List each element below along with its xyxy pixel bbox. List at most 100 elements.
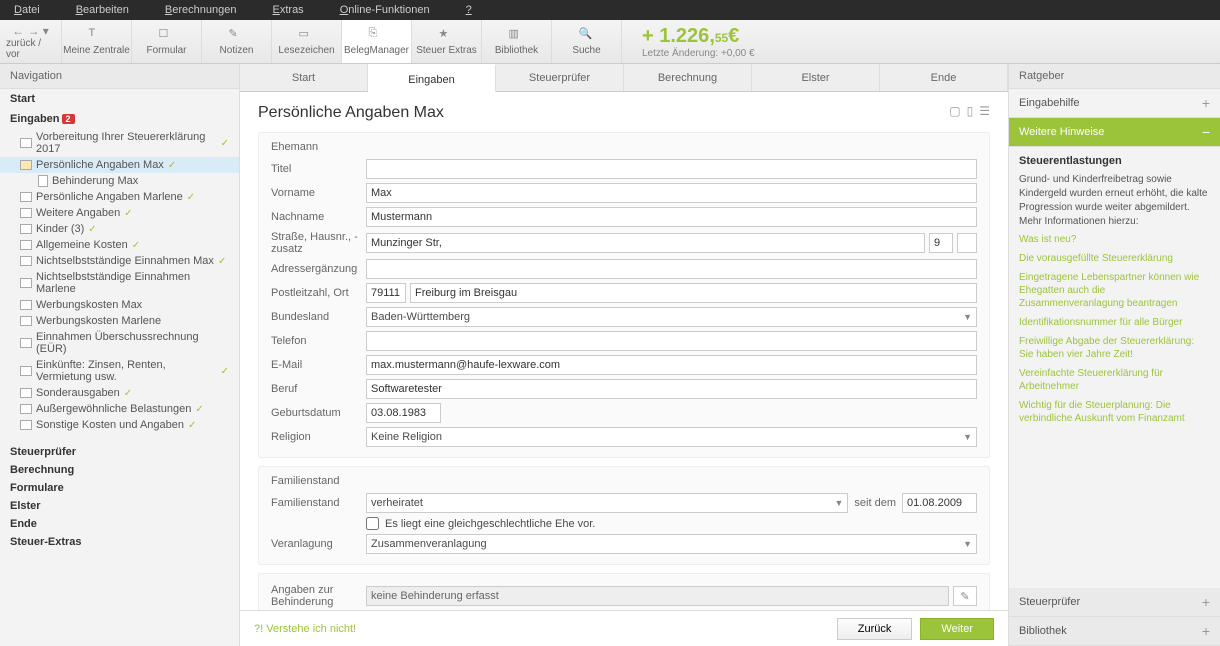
next-button[interactable]: Weiter: [920, 618, 994, 640]
nav-section-steuer-extras[interactable]: Steuer-Extras: [0, 533, 239, 551]
nav-section-formulare[interactable]: Formulare: [0, 479, 239, 497]
hinweis-link[interactable]: Die vorausgefüllte Steuererklärung: [1019, 252, 1210, 265]
nav-back-forward[interactable]: ← → ▾ zurück / vor: [0, 20, 62, 63]
edit-behinderung-button[interactable]: ✎: [953, 586, 977, 606]
nav-item[interactable]: Kinder (3)✓: [0, 221, 239, 237]
toolbar-lesezeichen[interactable]: ▭Lesezeichen: [272, 20, 342, 63]
geburtsdatum-input[interactable]: [366, 403, 441, 423]
balance: + 1.226,55€ Letzte Änderung: +0,00 €: [642, 25, 755, 59]
menu-datei[interactable]: Datei: [10, 4, 58, 16]
toolbar: ← → ▾ zurück / vor TMeine Zentrale☐Formu…: [0, 20, 1220, 64]
page-title: Persönliche Angaben Max: [258, 104, 990, 122]
ort-input[interactable]: [410, 283, 977, 303]
view-icon-3[interactable]: ☰: [979, 104, 990, 118]
tab-eingaben[interactable]: Eingaben: [368, 64, 496, 92]
gleichgeschlechtlich-checkbox[interactable]: [366, 517, 379, 530]
plz-input[interactable]: [366, 283, 406, 303]
hinweis-link[interactable]: Vereinfachte Steuererklärung für Arbeitn…: [1019, 367, 1210, 393]
familienstand-select[interactable]: verheiratet▼: [366, 493, 848, 513]
telefon-input[interactable]: [366, 331, 977, 351]
view-icon-2[interactable]: ▯: [967, 104, 974, 118]
menu-extras[interactable]: Extras: [255, 4, 322, 16]
menu-bearbeiten[interactable]: Bearbeiten: [58, 4, 147, 16]
tab-elster[interactable]: Elster: [752, 64, 880, 91]
religion-select[interactable]: Keine Religion▼: [366, 427, 977, 447]
folder-icon: [20, 208, 32, 218]
menubar: DateiBearbeitenBerechnungenExtrasOnline-…: [0, 0, 1220, 20]
toolbar-steuer-extras[interactable]: ★Steuer Extras: [412, 20, 482, 63]
nav-item[interactable]: Einnahmen Überschussrechnung (EÜR): [0, 329, 239, 357]
nav-section-berechnung[interactable]: Berechnung: [0, 461, 239, 479]
titel-input[interactable]: [366, 159, 977, 179]
toolbar-meine-zentrale[interactable]: TMeine Zentrale: [62, 20, 132, 63]
nav-item[interactable]: Persönliche Angaben Marlene✓: [0, 189, 239, 205]
nav-item[interactable]: Nichtselbstständige Einnahmen Marlene: [0, 269, 239, 297]
nav-item[interactable]: Weitere Angaben✓: [0, 205, 239, 221]
hinweis-link[interactable]: Wichtig für die Steuerplanung: Die verbi…: [1019, 399, 1210, 425]
strasse-input[interactable]: [366, 233, 925, 253]
help-link[interactable]: ?! Verstehe ich nicht!: [254, 623, 356, 635]
folder-icon: [20, 388, 32, 398]
tab-steuerprüfer[interactable]: Steuerprüfer: [496, 64, 624, 91]
right-section-bibliothek[interactable]: Bibliothek+: [1009, 617, 1220, 646]
bundesland-select[interactable]: Baden-Württemberg▼: [366, 307, 977, 327]
folder-icon: [20, 160, 32, 170]
hinweis-link[interactable]: Freiwillige Abgabe der Steuererklärung: …: [1019, 335, 1210, 361]
hinweis-link[interactable]: Identifikationsnummer für alle Bürger: [1019, 316, 1210, 329]
nav-item[interactable]: Einkünfte: Zinsen, Renten, Vermietung us…: [0, 357, 239, 385]
seit-dem-input[interactable]: [902, 493, 977, 513]
vorname-input[interactable]: [366, 183, 977, 203]
right-section-steuerprüfer[interactable]: Steuerprüfer+: [1009, 588, 1220, 617]
email-input[interactable]: [366, 355, 977, 375]
back-button[interactable]: Zurück: [837, 618, 913, 640]
hinweis-link[interactable]: Eingetragene Lebenspartner können wie Eh…: [1019, 271, 1210, 310]
nav-section-eingaben[interactable]: Eingaben2: [0, 109, 239, 129]
folder-icon: [20, 316, 32, 326]
hinweis-link[interactable]: Was ist neu?: [1019, 233, 1210, 246]
nav-item[interactable]: Nichtselbstständige Einnahmen Max✓: [0, 253, 239, 269]
tab-ende[interactable]: Ende: [880, 64, 1008, 91]
adressergaenzung-input[interactable]: [366, 259, 977, 279]
nav-item[interactable]: Persönliche Angaben Max✓: [0, 157, 239, 173]
weitere-hinweise-section[interactable]: Weitere Hinweise−: [1009, 118, 1220, 147]
hausnr-input[interactable]: [929, 233, 953, 253]
nav-item[interactable]: Werbungskosten Max: [0, 297, 239, 313]
folder-icon: [20, 256, 32, 266]
nav-item[interactable]: Außergewöhnliche Belastungen✓: [0, 401, 239, 417]
toolbar-suche[interactable]: 🔍Suche: [552, 20, 622, 63]
nav-section-start[interactable]: Start: [0, 89, 239, 109]
section-familienstand: Familienstand: [259, 475, 989, 491]
nav-item[interactable]: Behinderung Max: [0, 173, 239, 189]
toolbar-belegmanager[interactable]: ⎘BelegManager: [342, 20, 412, 63]
view-mode-icons[interactable]: ▢ ▯ ☰: [949, 104, 990, 118]
toolbar-formular[interactable]: ☐Formular: [132, 20, 202, 63]
check-icon: ✓: [168, 160, 176, 171]
toolbar-notizen[interactable]: ✎Notizen: [202, 20, 272, 63]
nav-section-steuerprüfer[interactable]: Steuerprüfer: [0, 443, 239, 461]
toolbar-bibliothek[interactable]: ▥Bibliothek: [482, 20, 552, 63]
nav-item[interactable]: Werbungskosten Marlene: [0, 313, 239, 329]
check-icon: ✓: [124, 388, 132, 399]
nav-section-elster[interactable]: Elster: [0, 497, 239, 515]
hausnr-zusatz-input[interactable]: [957, 233, 977, 253]
nav-item[interactable]: Sonderausgaben✓: [0, 385, 239, 401]
view-icon-1[interactable]: ▢: [949, 104, 960, 118]
ratgeber-panel: Ratgeber Eingabehilfe+ Weitere Hinweise−…: [1008, 64, 1220, 646]
folder-icon: [20, 240, 32, 250]
tab-start[interactable]: Start: [240, 64, 368, 91]
hinweise-heading: Steuerentlastungen: [1019, 155, 1210, 167]
nav-section-ende[interactable]: Ende: [0, 515, 239, 533]
nav-item[interactable]: Sonstige Kosten und Angaben✓: [0, 417, 239, 433]
nav-item[interactable]: Allgemeine Kosten✓: [0, 237, 239, 253]
eingabehilfe-section[interactable]: Eingabehilfe+: [1009, 89, 1220, 118]
check-icon: ✓: [132, 240, 140, 251]
nachname-input[interactable]: [366, 207, 977, 227]
menu-?[interactable]: ?: [448, 4, 490, 16]
menu-berechnungen[interactable]: Berechnungen: [147, 4, 255, 16]
menu-online-funktionen[interactable]: Online-Funktionen: [322, 4, 448, 16]
beruf-input[interactable]: [366, 379, 977, 399]
tab-berechnung[interactable]: Berechnung: [624, 64, 752, 91]
nav-item[interactable]: Vorbereitung Ihrer Steuererklärung 2017✓: [0, 129, 239, 157]
tabs: StartEingabenSteuerprüferBerechnungElste…: [240, 64, 1008, 92]
veranlagung-select[interactable]: Zusammenveranlagung▼: [366, 534, 977, 554]
